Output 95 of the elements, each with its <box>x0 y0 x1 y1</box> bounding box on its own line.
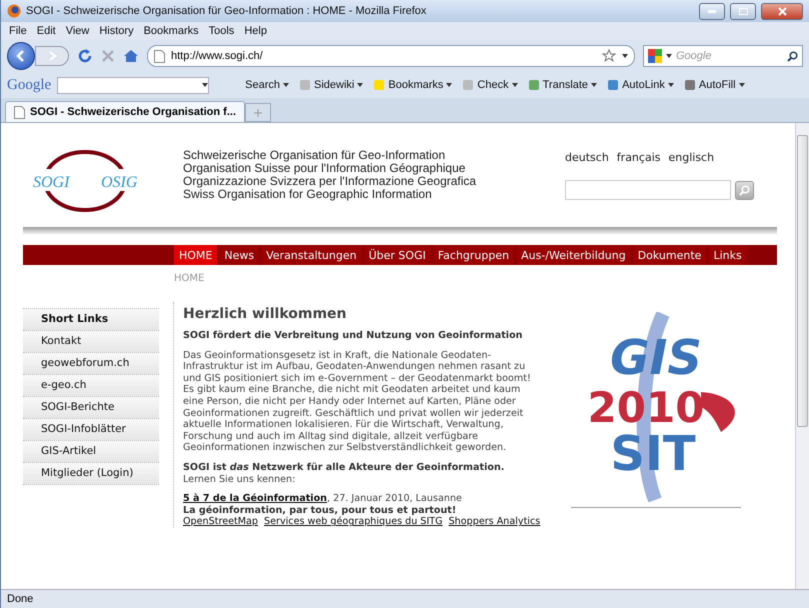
status-text: Done <box>1 589 809 608</box>
google-search-field[interactable] <box>57 76 210 94</box>
nav-tab[interactable]: Dokumente <box>632 245 706 265</box>
maximize-icon <box>738 8 748 14</box>
new-tab-button[interactable] <box>245 103 271 122</box>
event-tagline: La géoinformation, par tous, pour tous et partout! <box>183 504 458 516</box>
dropdown-caret-icon <box>357 83 364 87</box>
toolbar-button[interactable]: AutoFill <box>682 79 747 91</box>
address-bar[interactable]: http://www.sogi.ch/ <box>147 45 635 67</box>
organisation-name: Organizzazione Svizzera per l'Informazione Geografica <box>183 175 478 188</box>
toolbar-button[interactable]: Translate <box>526 79 600 91</box>
sidebar-link[interactable]: Mitglieder (Login) <box>23 463 159 485</box>
toolbar-button[interactable]: Search <box>243 79 292 91</box>
google-icon <box>648 49 662 63</box>
intro-text: Lernen Sie uns kennen: <box>183 474 296 486</box>
dropdown-caret-icon <box>666 54 672 58</box>
sidebar-link[interactable]: GIS-Artikel <box>23 441 159 463</box>
maximize-button[interactable] <box>730 2 756 20</box>
nav-tab[interactable]: News <box>219 245 260 265</box>
toolbar-icon <box>299 79 312 91</box>
reload-icon <box>77 48 93 64</box>
google-logo: Google <box>7 76 52 94</box>
dropdown-caret-icon <box>446 83 452 87</box>
toolbar-icon <box>684 79 696 91</box>
menu-item[interactable]: History <box>99 25 134 37</box>
nav-tab[interactable]: Links <box>708 245 747 265</box>
menu-item[interactable]: Bookmarks <box>144 25 199 37</box>
sidebar-link[interactable]: geowebforum.ch <box>23 353 159 375</box>
organisation-name: Schweizerische Organisation für Geo-Information <box>183 149 446 162</box>
language-link[interactable]: deutsch <box>565 151 609 164</box>
toolbar-icon <box>373 79 386 91</box>
event-link[interactable]: 5 à 7 de la Géoinformation <box>183 493 328 504</box>
menu-item[interactable]: Tools <box>208 25 234 37</box>
dropdown-caret-icon <box>283 83 290 87</box>
dropdown-caret-icon <box>668 83 674 87</box>
home-icon <box>123 49 139 63</box>
window-title: SOGI - Schweizerische Organisation für Geo-Information : HOME - Mozilla Firefox <box>26 5 428 17</box>
body-paragraph: Das Geoinformationsgesetz ist in Kraft, die Nationale Geodaten-Infrastruktur ist im Aufbau, Geodaten-Anwendungen nehmen rasant zu und GIS positioniert sich im e-Government – der Geodatenmarkt boomt! Es gibt kaum eine Branche, die nicht mit Geodaten arbeitet und kaum eine Person, die nicht per Handy oder Internet auf Karten, Pläne oder Geoinformationen zugreift. Geschäftlich und privat wollen wir jederzeit aktuelle Informationen lokalisieren. Für die Wirtschaft, Verwaltung, Forschung und auch im Alltag sind digitale, allzeit verfügbare Geoinformationen inzwischen zur Selbstverständlichkeit geworden. <box>183 350 532 454</box>
nav-tab[interactable]: Aus-/Weiterbildung <box>516 245 631 265</box>
dropdown-caret-icon <box>512 83 518 87</box>
search-icon[interactable] <box>787 50 798 62</box>
nav-tab[interactable]: Fachgruppen <box>432 245 514 265</box>
search-field[interactable] <box>565 180 731 200</box>
menu-item[interactable]: Help <box>244 25 267 37</box>
menu-item[interactable]: Edit <box>36 25 56 37</box>
page-icon <box>14 106 25 118</box>
subheading: SOGI fördert die Verbreitung und Nutzung von Geoinformation <box>183 330 524 342</box>
menu-item[interactable]: View <box>66 25 90 37</box>
plus-icon <box>254 108 262 116</box>
page-icon <box>154 50 165 62</box>
language-link[interactable]: englisch <box>668 151 714 164</box>
nav-tab[interactable]: HOME <box>174 245 218 265</box>
event-topic-link[interactable]: OpenStreetMap <box>183 516 258 528</box>
event-topic-link[interactable]: Shoppers Analytics <box>448 516 540 528</box>
nav-tab[interactable]: Über SOGI <box>364 245 431 265</box>
sidebar-link[interactable]: e-geo.ch <box>23 375 159 397</box>
dropdown-caret-icon <box>738 83 745 87</box>
toolbar-button[interactable]: AutoLink <box>605 79 676 91</box>
organisation-name: Swiss Organisation for Geographic Information <box>183 188 432 201</box>
toolbar-icon <box>462 79 474 91</box>
menu-item[interactable]: File <box>9 25 27 37</box>
minimize-icon <box>708 10 716 12</box>
organisation-name: Organisation Suisse pour l'Information Géographique <box>183 162 466 175</box>
browser-tab[interactable]: SOGI - Schweizerische Organisation f... <box>5 101 245 122</box>
toolbar-button[interactable]: Sidewiki <box>297 79 366 91</box>
search-icon <box>739 184 750 196</box>
search-button[interactable] <box>735 180 754 200</box>
home-button[interactable] <box>123 49 139 63</box>
toolbar-button[interactable]: Check <box>460 79 520 91</box>
toolbar-button[interactable]: Bookmarks <box>371 79 454 91</box>
minimize-button[interactable] <box>699 2 725 20</box>
dropdown-caret-icon <box>591 83 598 87</box>
dropdown-caret-icon <box>622 54 628 58</box>
dropdown-caret-icon <box>202 83 208 87</box>
browser-icon <box>7 4 21 18</box>
back-button[interactable] <box>7 42 35 70</box>
sidebar-link[interactable]: Kontakt <box>23 331 159 353</box>
stop-icon <box>101 49 115 63</box>
toolbar-icon <box>528 79 540 91</box>
scrollbar[interactable] <box>795 123 809 589</box>
close-icon <box>778 6 786 16</box>
toolbar-icon <box>607 79 620 91</box>
event-details: , 27. Januar 2010, Lausanne <box>327 493 462 504</box>
event-topic-link[interactable]: Services web géographiques du SITG <box>264 516 443 528</box>
network-statement: SOGI ist das Netzwerk für alle Akteure der Geoinformation. <box>183 462 506 474</box>
page-heading: Herzlich willkommen <box>183 306 348 322</box>
close-button[interactable] <box>761 2 803 20</box>
sidebar-heading: Short Links <box>23 309 159 331</box>
gis-sit-logo: GIS 2010 SIT <box>571 312 741 502</box>
language-link[interactable]: français <box>616 151 660 164</box>
star-icon[interactable] <box>602 49 616 63</box>
reload-button[interactable] <box>77 48 93 64</box>
sidebar-link[interactable]: SOGI-Infoblätter <box>23 419 159 441</box>
nav-tab[interactable]: Veranstaltungen <box>261 245 362 265</box>
sidebar-link[interactable]: SOGI-Berichte <box>23 397 159 419</box>
